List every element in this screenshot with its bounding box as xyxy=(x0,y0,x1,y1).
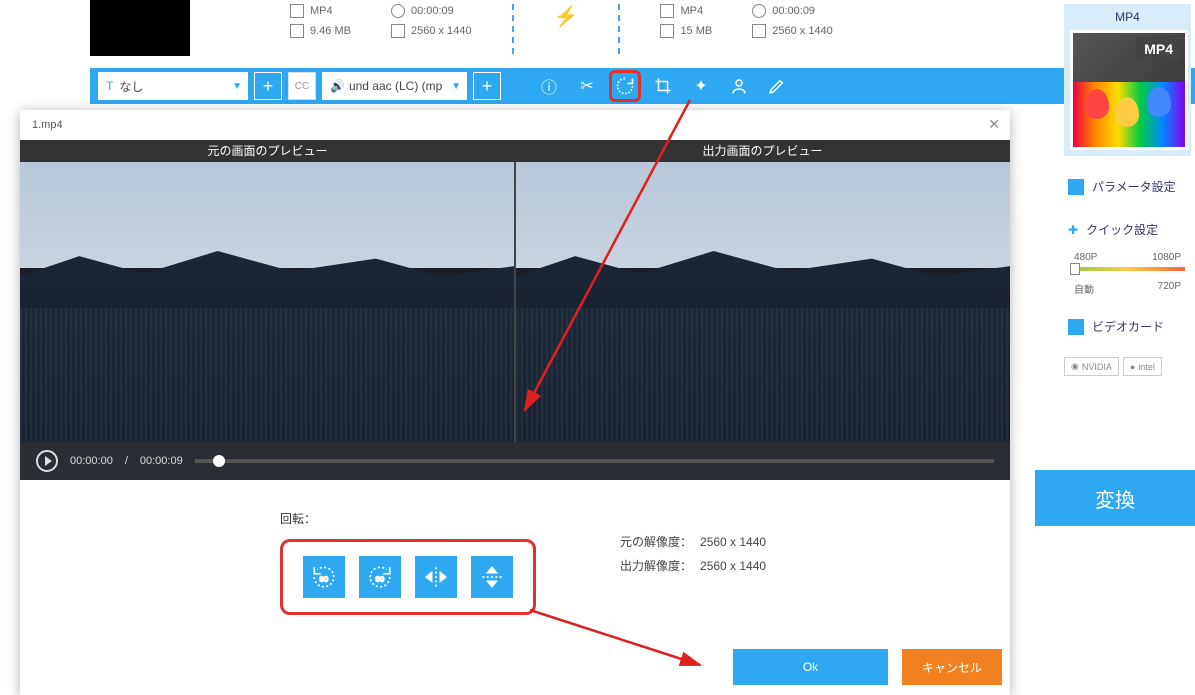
q1080-label: 1080P xyxy=(1152,252,1181,263)
right-sidebar: MP4 MP4 パラメータ設定 ✚ クイック設定 480P 1080P 自動 7… xyxy=(1060,0,1195,380)
svg-text:90: 90 xyxy=(320,574,328,583)
dialog-title: 1.mp4 xyxy=(20,110,1010,140)
video-thumbnail xyxy=(90,0,190,56)
intel-badge: ● intel xyxy=(1123,357,1162,376)
nvidia-badge: ◉ NVIDIA xyxy=(1064,357,1119,376)
source-res-label: 元の解像度： xyxy=(620,530,692,554)
info-icon[interactable]: ⓘ xyxy=(533,70,565,102)
chevron-down-icon: ▼ xyxy=(451,81,461,92)
cc-button[interactable]: CC xyxy=(288,72,316,100)
output-res-label: 出力解像度： xyxy=(620,554,692,578)
edit-icon[interactable] xyxy=(761,70,793,102)
crop-icon[interactable] xyxy=(647,70,679,102)
play-button[interactable] xyxy=(36,450,58,472)
source-format: MP4 xyxy=(310,5,333,17)
dimensions-icon xyxy=(391,24,405,38)
cancel-button[interactable]: キャンセル xyxy=(902,649,1002,685)
output-duration: 00:00:09 xyxy=(772,5,815,17)
preview-area xyxy=(20,162,1010,442)
dimensions-icon xyxy=(752,24,766,38)
rotate-left-90-button[interactable]: 90 xyxy=(303,556,345,598)
rotate-right-90-button[interactable]: 90 xyxy=(359,556,401,598)
folder-icon xyxy=(660,24,674,38)
flip-horizontal-button[interactable] xyxy=(415,556,457,598)
format-card[interactable]: MP4 MP4 xyxy=(1064,4,1191,156)
edit-toolbar: T なし ▼ + CC 🔊 und aac (LC) (mp ▼ + ⓘ ✂ ✦ xyxy=(90,68,1195,104)
source-res-value: 2560 x 1440 xyxy=(700,530,766,554)
folder-icon xyxy=(290,24,304,38)
add-subtitle-button[interactable]: + xyxy=(254,72,282,100)
chevron-down-icon: ▼ xyxy=(232,81,242,92)
rotate-button-group: 90 90 xyxy=(280,539,536,615)
quality-slider[interactable] xyxy=(1070,267,1185,271)
clock-icon xyxy=(752,4,766,18)
format-icon xyxy=(290,4,304,18)
rotate-icon[interactable] xyxy=(609,70,641,102)
subtitle-dropdown[interactable]: T なし ▼ xyxy=(98,72,248,100)
resolution-info: 元の解像度： 2560 x 1440 出力解像度： 2560 x 1440 xyxy=(620,530,766,578)
player-bar: 00:00:00 / 00:00:09 xyxy=(20,442,1010,480)
cut-icon[interactable]: ✂ xyxy=(571,70,603,102)
output-size: 15 MB xyxy=(680,25,712,37)
param-settings-button[interactable]: パラメータ設定 xyxy=(1064,174,1191,199)
quick-settings-label: ✚ クイック設定 xyxy=(1064,217,1191,242)
output-res-value: 2560 x 1440 xyxy=(700,554,766,578)
output-format: MP4 xyxy=(680,5,703,17)
seek-slider[interactable] xyxy=(195,459,994,463)
svg-text:90: 90 xyxy=(376,574,384,583)
time-current: 00:00:00 xyxy=(70,455,113,467)
format-thumbnail: MP4 xyxy=(1070,30,1188,150)
source-size: 9.46 MB xyxy=(310,25,351,37)
audio-dropdown[interactable]: 🔊 und aac (LC) (mp ▼ xyxy=(322,72,467,100)
source-duration: 00:00:09 xyxy=(411,5,454,17)
gpu-accel-button[interactable]: ビデオカード xyxy=(1064,314,1191,339)
q480-label: 480P xyxy=(1074,252,1097,263)
watermark-icon[interactable] xyxy=(723,70,755,102)
format-icon xyxy=(660,4,674,18)
subtitle-value: なし xyxy=(119,78,143,95)
add-audio-button[interactable]: + xyxy=(473,72,501,100)
rotate-dialog: 1.mp4 ✕ 元の画面のプレビュー 出力画面のプレビュー 00:00:00 /… xyxy=(20,110,1010,695)
format-label: MP4 xyxy=(1070,10,1185,24)
preview-left-label: 元の画面のプレビュー xyxy=(20,140,515,162)
output-resolution: 2560 x 1440 xyxy=(772,25,833,37)
preview-original xyxy=(20,162,514,442)
chip-icon xyxy=(1068,319,1084,335)
rotate-label: 回転： xyxy=(280,510,750,527)
flip-vertical-button[interactable] xyxy=(471,556,513,598)
preview-output xyxy=(514,162,1010,442)
preview-right-label: 出力画面のプレビュー xyxy=(515,140,1010,162)
convert-button[interactable]: 変換 xyxy=(1035,470,1195,526)
auto-label: 自動 xyxy=(1074,281,1094,296)
close-button[interactable]: ✕ xyxy=(988,116,1000,133)
effects-icon[interactable]: ✦ xyxy=(685,70,717,102)
time-total: 00:00:09 xyxy=(140,455,183,467)
ok-button[interactable]: Ok xyxy=(733,649,888,685)
clock-icon xyxy=(391,4,405,18)
source-resolution: 2560 x 1440 xyxy=(411,25,472,37)
bolt-icon: ⚡ xyxy=(554,4,579,29)
sliders-icon xyxy=(1068,179,1084,195)
audio-value: und aac (LC) (mp xyxy=(349,79,442,93)
q720-label: 720P xyxy=(1158,281,1181,296)
